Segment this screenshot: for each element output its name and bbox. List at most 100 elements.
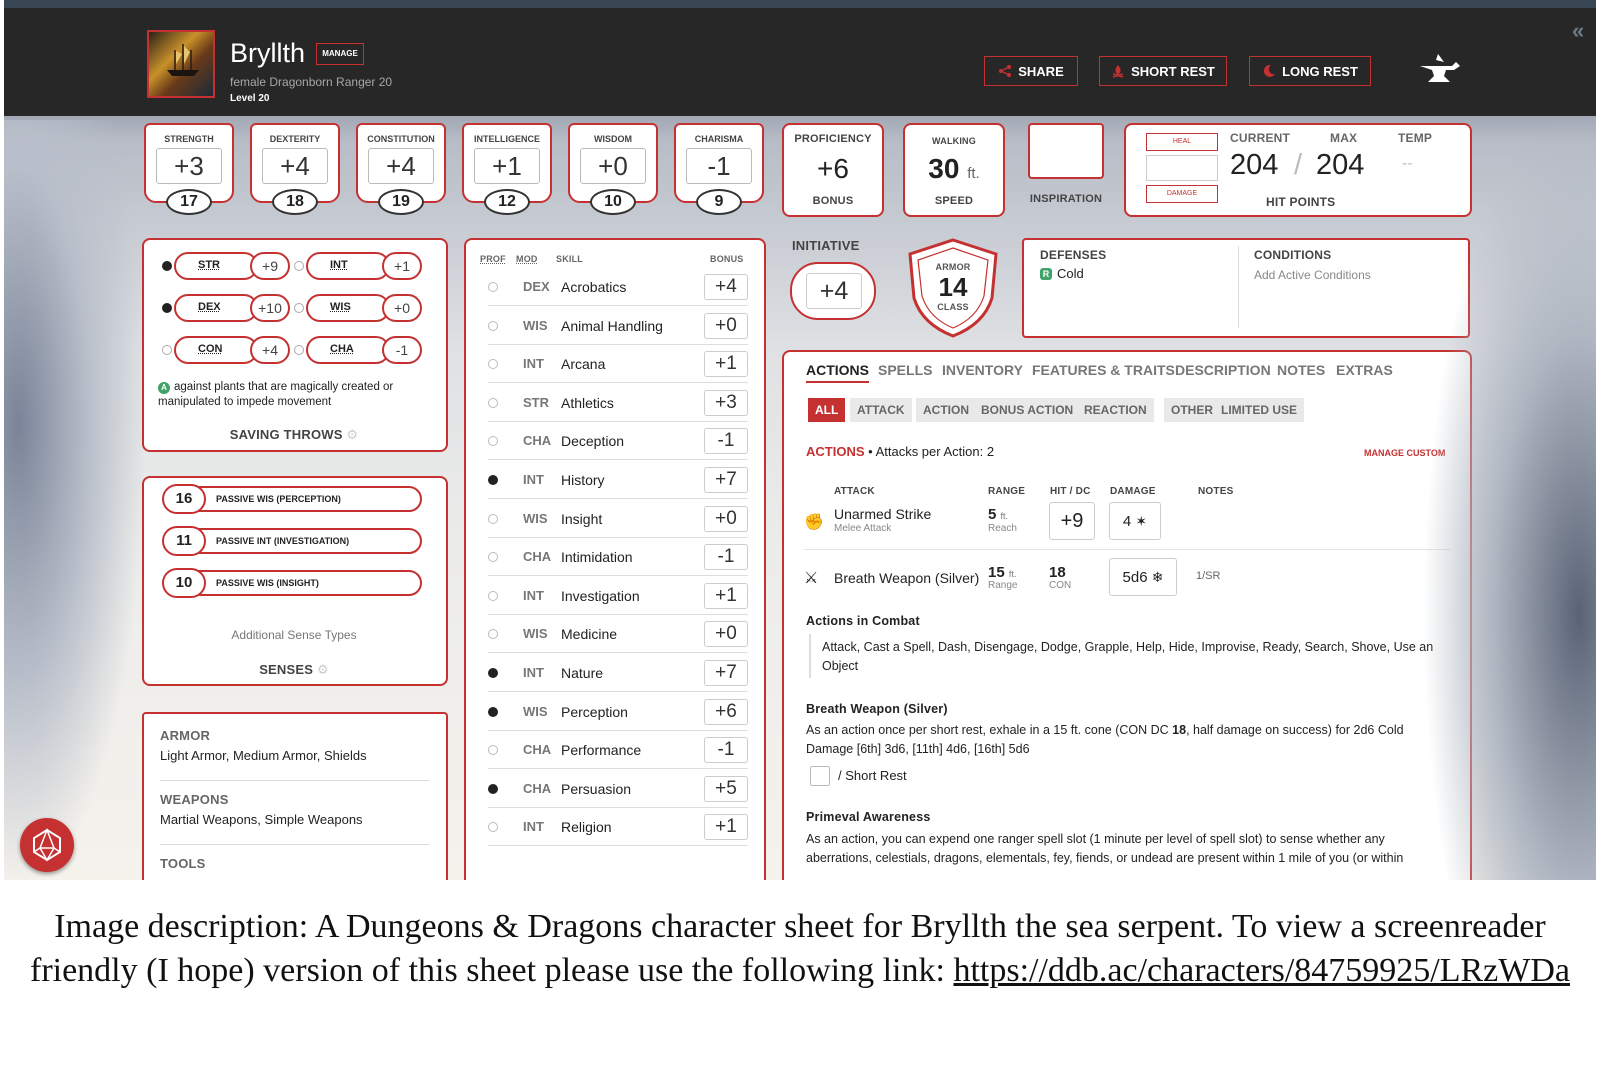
skill-row-arcana[interactable]: INT Arcana +1 bbox=[488, 345, 748, 384]
anvil-logo-icon[interactable] bbox=[1416, 52, 1462, 90]
attack-row[interactable]: ✊ Unarmed Strike Melee Attack 5 ft. Reac… bbox=[804, 500, 1450, 550]
skill-bonus[interactable]: +1 bbox=[704, 351, 748, 378]
add-conditions-link[interactable]: Add Active Conditions bbox=[1254, 268, 1371, 282]
collapse-sidebar-icon[interactable]: « bbox=[1572, 18, 1584, 44]
skill-row-medicine[interactable]: WIS Medicine +0 bbox=[488, 615, 748, 654]
initiative-value[interactable]: +4 bbox=[806, 273, 862, 309]
skill-bonus[interactable]: +0 bbox=[704, 312, 748, 339]
saving-throw-wis[interactable]: WIS +0 bbox=[294, 294, 422, 322]
skill-bonus[interactable]: +6 bbox=[704, 698, 748, 725]
skill-bonus[interactable]: +3 bbox=[704, 389, 748, 416]
attack-row[interactable]: ⚔ Breath Weapon (Silver) 15 ft. Range 18… bbox=[804, 556, 1450, 606]
heal-button[interactable]: HEAL bbox=[1146, 133, 1218, 151]
saving-throw-value[interactable]: +10 bbox=[250, 294, 290, 322]
skill-row-insight[interactable]: WIS Insight +0 bbox=[488, 500, 748, 538]
hp-temp-value[interactable]: -- bbox=[1402, 155, 1413, 173]
tab-actions[interactable]: ACTIONS bbox=[806, 362, 869, 383]
defenses-title[interactable]: DEFENSES bbox=[1040, 248, 1106, 262]
skill-row-persuasion[interactable]: CHA Persuasion +5 bbox=[488, 770, 748, 808]
tab-spells[interactable]: SPELLS bbox=[878, 362, 932, 378]
caption-link[interactable]: https://ddb.ac/characters/84759925/LRzWD… bbox=[953, 952, 1570, 989]
short-rest-use-checkbox[interactable] bbox=[810, 766, 830, 786]
skill-bonus[interactable]: +7 bbox=[704, 660, 748, 686]
skill-bonus[interactable]: +4 bbox=[704, 274, 748, 300]
skill-bonus[interactable]: -1 bbox=[704, 544, 748, 571]
filter-attack[interactable]: ATTACK bbox=[850, 398, 912, 422]
saving-throw-value[interactable]: +9 bbox=[250, 252, 290, 280]
skill-bonus[interactable]: +7 bbox=[704, 467, 748, 493]
skill-row-nature[interactable]: INT Nature +7 bbox=[488, 654, 748, 692]
saving-throw-value[interactable]: +0 bbox=[382, 294, 422, 322]
filter-action[interactable]: ACTION bbox=[916, 398, 976, 422]
short-rest-button[interactable]: SHORT REST bbox=[1099, 56, 1227, 86]
skill-row-perception[interactable]: WIS Perception +6 bbox=[488, 693, 748, 731]
hp-current-value[interactable]: 204 bbox=[1230, 149, 1278, 182]
skill-row-religion[interactable]: INT Religion +1 bbox=[488, 808, 748, 847]
ability-box[interactable]: STRENGTH +3 17 bbox=[144, 123, 234, 217]
ability-modifier[interactable]: +1 bbox=[474, 148, 540, 184]
skill-bonus[interactable]: +0 bbox=[704, 505, 748, 532]
skills-header-mod[interactable]: MOD bbox=[516, 254, 538, 264]
ability-modifier[interactable]: +4 bbox=[368, 148, 434, 184]
saving-throw-value[interactable]: +1 bbox=[382, 252, 422, 280]
skill-row-athletics[interactable]: STR Athletics +3 bbox=[488, 384, 748, 422]
tab-features-traits[interactable]: FEATURES & TRAITS bbox=[1032, 362, 1175, 378]
saving-throw-value[interactable]: -1 bbox=[382, 336, 422, 364]
inspiration-toggle[interactable] bbox=[1028, 123, 1104, 179]
saving-throw-int[interactable]: INT +1 bbox=[294, 252, 422, 280]
skill-row-animal-handling[interactable]: WIS Animal Handling +0 bbox=[488, 307, 748, 345]
saving-throw-str[interactable]: STR +9 bbox=[162, 252, 290, 280]
share-button[interactable]: SHARE bbox=[984, 56, 1078, 86]
saving-throw-dex[interactable]: DEX +10 bbox=[162, 294, 290, 322]
skill-row-history[interactable]: INT History +7 bbox=[488, 461, 748, 499]
skill-bonus[interactable]: -1 bbox=[704, 428, 748, 455]
filter-reaction[interactable]: REACTION bbox=[1077, 398, 1154, 422]
saving-throw-cha[interactable]: CHA -1 bbox=[294, 336, 422, 364]
manage-custom-link[interactable]: MANAGE CUSTOM bbox=[1364, 448, 1445, 458]
skill-bonus[interactable]: +5 bbox=[704, 775, 748, 802]
manage-button[interactable]: MANAGE bbox=[316, 43, 364, 65]
skill-row-intimidation[interactable]: CHA Intimidation -1 bbox=[488, 538, 748, 577]
skill-bonus[interactable]: +0 bbox=[704, 621, 748, 648]
long-rest-button[interactable]: LONG REST bbox=[1249, 56, 1371, 86]
dice-roller-button[interactable] bbox=[20, 818, 74, 872]
skill-row-investigation[interactable]: INT Investigation +1 bbox=[488, 577, 748, 615]
ability-score: 12 bbox=[484, 189, 530, 215]
additional-sense-types[interactable]: Additional Sense Types bbox=[144, 628, 444, 642]
filter-limited-use[interactable]: LIMITED USE bbox=[1214, 398, 1305, 422]
skills-header-prof[interactable]: PROF bbox=[480, 254, 506, 264]
tab-extras[interactable]: EXTRAS bbox=[1336, 362, 1393, 378]
skill-row-acrobatics[interactable]: DEX Acrobatics +4 bbox=[488, 268, 748, 306]
ability-box[interactable]: INTELLIGENCE +1 12 bbox=[462, 123, 552, 217]
tab-description[interactable]: DESCRIPTION bbox=[1175, 362, 1271, 378]
attack-damage-button[interactable]: 4 ✶ bbox=[1109, 502, 1161, 540]
skill-bonus[interactable]: +1 bbox=[704, 814, 748, 841]
filter-all[interactable]: ALL bbox=[808, 398, 846, 422]
conditions-title[interactable]: CONDITIONS bbox=[1254, 248, 1331, 262]
skill-bonus[interactable]: +1 bbox=[704, 582, 748, 609]
breath-damage-button[interactable]: 5d6 ❄ bbox=[1109, 558, 1177, 596]
tab-inventory[interactable]: INVENTORY bbox=[942, 362, 1023, 378]
ability-modifier[interactable]: +4 bbox=[262, 148, 328, 184]
saving-throws-gear-icon[interactable]: ⚙ bbox=[346, 427, 358, 442]
ability-box[interactable]: CONSTITUTION +4 19 bbox=[356, 123, 446, 217]
skill-row-performance[interactable]: CHA Performance -1 bbox=[488, 731, 748, 770]
saving-throw-value[interactable]: +4 bbox=[250, 336, 290, 364]
skill-bonus[interactable]: -1 bbox=[704, 737, 748, 764]
tab-notes[interactable]: NOTES bbox=[1277, 362, 1325, 378]
filter-other[interactable]: OTHER bbox=[1164, 398, 1220, 422]
ability-box[interactable]: CHARISMA -1 9 bbox=[674, 123, 764, 217]
ability-box[interactable]: DEXTERITY +4 18 bbox=[250, 123, 340, 217]
senses-gear-icon[interactable]: ⚙ bbox=[317, 662, 329, 677]
character-portrait[interactable] bbox=[147, 30, 215, 98]
attack-hit-button[interactable]: +9 bbox=[1049, 502, 1095, 540]
filter-bonus-action[interactable]: BONUS ACTION bbox=[974, 398, 1081, 422]
ability-modifier[interactable]: +3 bbox=[156, 148, 222, 184]
saving-throw-con[interactable]: CON +4 bbox=[162, 336, 290, 364]
skill-row-deception[interactable]: CHA Deception -1 bbox=[488, 422, 748, 461]
ability-box[interactable]: WISDOM +0 10 bbox=[568, 123, 658, 217]
hp-amount-input[interactable] bbox=[1146, 155, 1218, 181]
ability-modifier[interactable]: +0 bbox=[580, 148, 646, 184]
ability-modifier[interactable]: -1 bbox=[686, 148, 752, 184]
damage-button[interactable]: DAMAGE bbox=[1146, 185, 1218, 203]
